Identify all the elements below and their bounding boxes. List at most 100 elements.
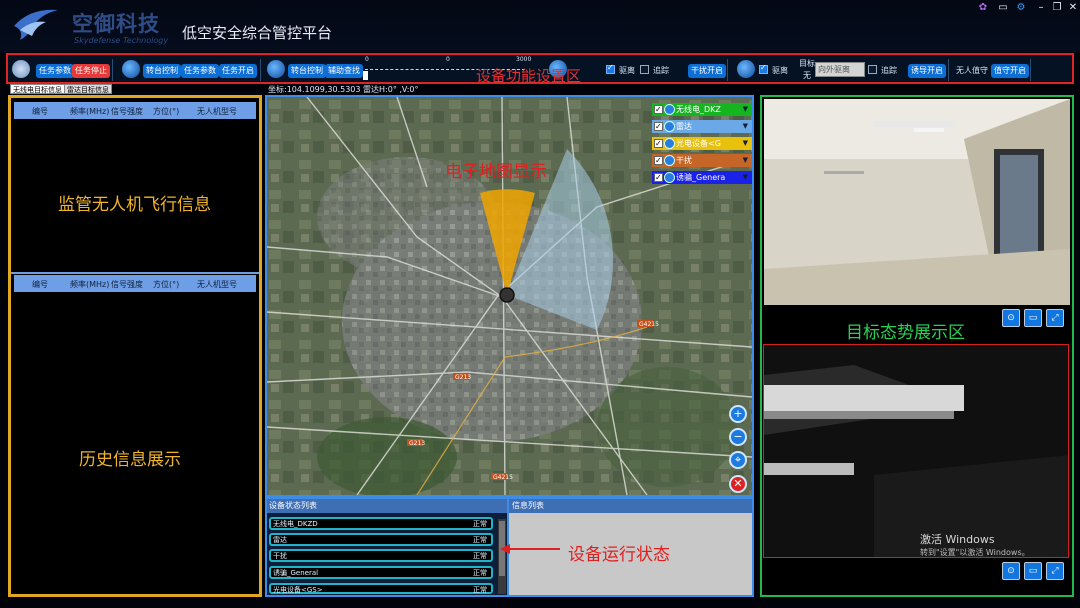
camera2-window-icon[interactable]: ▭: [1024, 562, 1042, 580]
layer-radio[interactable]: 无线电_DKZ ▼: [652, 103, 752, 116]
flight-info-caption: 监管无人机飞行信息: [58, 195, 211, 215]
unattended-start-button[interactable]: 值守开启: [991, 64, 1029, 78]
device-row[interactable]: 诱骗_General 正常: [269, 566, 493, 579]
annotation-arrow-icon: [500, 544, 560, 554]
toolbar-region-annotation: 设备功能设置区: [476, 67, 582, 85]
aux-search-button[interactable]: 辅助查找: [325, 64, 363, 78]
minimize-icon[interactable]: –: [1034, 2, 1048, 13]
tab-radar-targets[interactable]: 雷达目标信息: [64, 84, 112, 94]
target-direction-input[interactable]: 向外驱离: [815, 62, 865, 77]
col-model: 无人机型号: [197, 107, 237, 116]
slider-min-label: 0: [365, 56, 369, 63]
col-freq: 频率(MHz): [70, 280, 110, 289]
col-freq: 频率(MHz): [70, 107, 110, 116]
layer-checkbox[interactable]: [654, 120, 663, 133]
task-params-button-2[interactable]: 任务参数: [181, 64, 219, 78]
dropdown-arrow-icon[interactable]: ▼: [743, 154, 748, 167]
trap-checkbox-2[interactable]: [868, 65, 877, 74]
zoom-slider-thumb[interactable]: [363, 71, 368, 80]
camera-feed-1: [764, 99, 1070, 305]
close-icon[interactable]: ✕: [1066, 2, 1080, 13]
map-caption: 电子地图显示: [445, 162, 547, 182]
map-panel[interactable]: G4215 G213 G213 G4215 电子地图显示 无线电_DKZ ▼ 雷达…: [265, 95, 754, 497]
target-info-panel: 编号 频率(MHz) 信号强度 方位(°) 无人机型号 监管无人机飞行信息 编号…: [8, 95, 262, 597]
tab-radio-targets[interactable]: 无线电目标信息: [10, 84, 65, 94]
task-start-button[interactable]: 任务开启: [219, 64, 257, 78]
col-signal: 信号强度: [111, 107, 143, 116]
camera-link-icon[interactable]: ⊙: [1002, 309, 1020, 327]
history-table-header: 编号 频率(MHz) 信号强度 方位(°) 无人机型号: [14, 275, 256, 292]
layer-checkbox[interactable]: [654, 171, 663, 184]
device-row[interactable]: 雷达 正常: [269, 533, 493, 546]
device-list-scrollbar[interactable]: [498, 519, 506, 594]
device-status: 正常: [473, 536, 487, 544]
layer-device-icon: [664, 138, 675, 149]
device-name: 光电设备<GS>: [273, 586, 323, 594]
camera-feed-2: [763, 344, 1069, 558]
camera-fullscreen-icon[interactable]: ⤢: [1046, 309, 1064, 327]
layer-device-icon: [664, 104, 675, 115]
dropdown-arrow-icon[interactable]: ▼: [743, 137, 748, 150]
layer-radar[interactable]: 雷达 ▼: [652, 120, 752, 133]
turret-control-button[interactable]: 转台控制: [143, 64, 181, 78]
dropdown-arrow-icon[interactable]: ▼: [743, 171, 748, 184]
locate-icon[interactable]: ⌖: [729, 451, 747, 469]
jam-start-button[interactable]: 干扰开启: [688, 64, 726, 78]
optical-device-icon[interactable]: [267, 60, 285, 78]
coordinate-readout: 坐标:104.1099,30.5303 雷达H:0° ,V:0°: [268, 85, 419, 94]
camera2-link-icon[interactable]: ⊙: [1002, 562, 1020, 580]
road-badge: G213: [455, 374, 471, 381]
lure-device-icon[interactable]: [737, 60, 755, 78]
road-badge: G4215: [639, 321, 659, 328]
zoom-out-icon[interactable]: −: [729, 428, 747, 446]
trap-checkbox[interactable]: [640, 65, 649, 74]
task-stop-button[interactable]: 任务停止: [72, 64, 110, 78]
settings-icon[interactable]: ⚙: [1014, 2, 1028, 13]
suppress-checkbox[interactable]: [606, 63, 615, 74]
target-label: 目标: [799, 59, 815, 68]
trap-label-2: 追踪: [881, 66, 897, 75]
device-row[interactable]: 干扰 正常: [269, 549, 493, 562]
col-model: 无人机型号: [197, 280, 237, 289]
app-title: 低空安全综合管控平台: [182, 24, 333, 42]
lure-start-button[interactable]: 诱导开启: [908, 64, 946, 78]
col-bearing: 方位(°): [153, 280, 180, 289]
task-params-button[interactable]: 任务参数: [36, 64, 74, 78]
dropdown-arrow-icon[interactable]: ▼: [743, 103, 748, 116]
target-sub-label: 无: [803, 71, 811, 80]
device-row[interactable]: 光电设备<GS> 正常: [269, 583, 493, 594]
layer-checkbox[interactable]: [654, 154, 663, 167]
layer-lure[interactable]: 诱骗_Genera ▼: [652, 171, 752, 184]
company-name-en: Skydefense Technology: [74, 36, 169, 45]
col-bearing: 方位(°): [153, 107, 180, 116]
device-name: 雷达: [273, 536, 287, 544]
device-status: 正常: [473, 569, 487, 577]
close-map-icon[interactable]: ✕: [729, 475, 747, 493]
layer-checkbox[interactable]: [654, 103, 663, 116]
skin-icon[interactable]: ✿: [976, 2, 990, 13]
layer-label: 干扰: [676, 156, 692, 165]
turret-control-button-2[interactable]: 转台控制: [288, 64, 326, 78]
device-row[interactable]: 无线电_DKZD 正常: [269, 517, 493, 530]
info-list-title: 信息列表: [509, 499, 752, 513]
radar-device-icon[interactable]: [122, 60, 140, 78]
device-status-annotation: 设备运行状态: [568, 545, 670, 565]
layer-label: 雷达: [676, 122, 692, 131]
col-signal: 信号强度: [111, 280, 143, 289]
target-situation-caption: 目标态势展示区: [846, 323, 965, 343]
layer-optical[interactable]: 光电设备<G ▼: [652, 137, 752, 150]
zoom-in-icon[interactable]: +: [729, 405, 747, 423]
radio-device-icon[interactable]: [12, 60, 30, 78]
layer-checkbox[interactable]: [654, 137, 663, 150]
camera-window-icon[interactable]: ▭: [1024, 309, 1042, 327]
panel-divider: [11, 272, 259, 274]
camera2-fullscreen-icon[interactable]: ⤢: [1046, 562, 1064, 580]
company-name: 空御科技: [72, 12, 160, 36]
toolbar-divider: [727, 59, 728, 81]
dropdown-arrow-icon[interactable]: ▼: [743, 120, 748, 133]
screen-icon[interactable]: ▭: [996, 2, 1010, 13]
layer-jammer[interactable]: 干扰 ▼: [652, 154, 752, 167]
restore-icon[interactable]: ❐: [1050, 2, 1064, 13]
suppress-checkbox-2[interactable]: [759, 63, 768, 74]
company-logo-icon: [14, 9, 58, 40]
